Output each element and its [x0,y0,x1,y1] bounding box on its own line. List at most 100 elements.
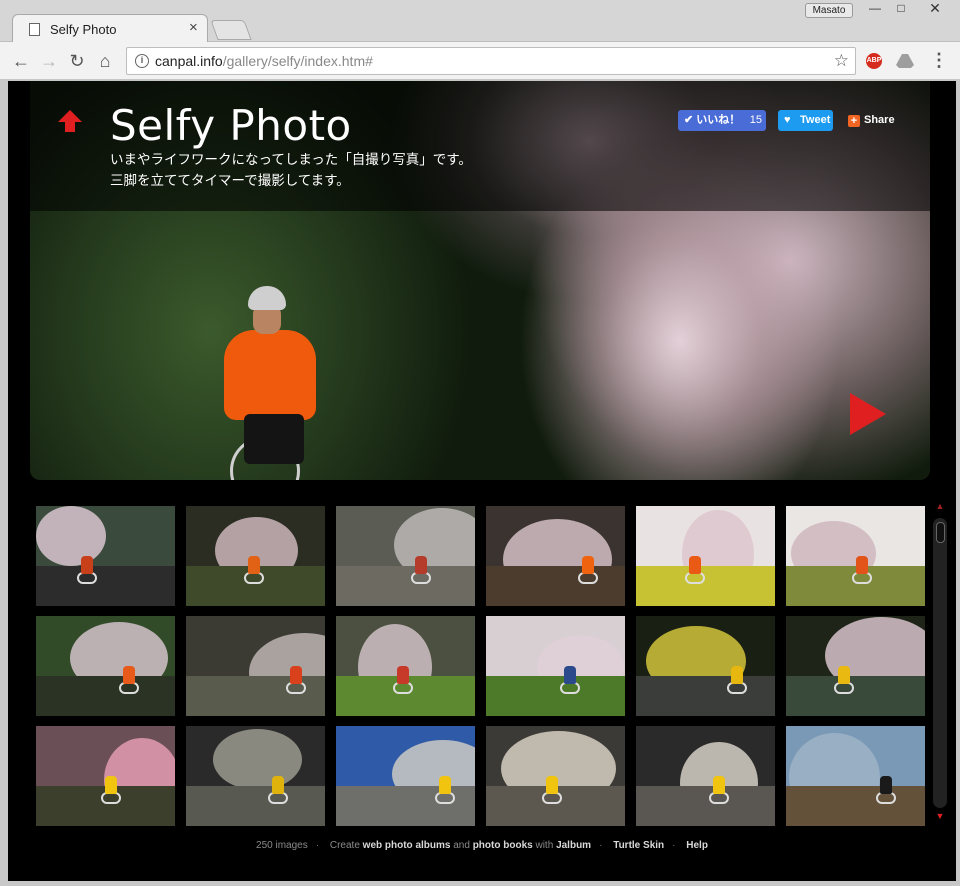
thumbnail-cyclist [713,776,725,794]
thumbnail-ground [36,566,175,606]
thumbnail[interactable] [636,616,775,716]
photo-books-link[interactable]: photo books [473,840,533,851]
thumbnail-cyclist [123,666,135,684]
thumbnail[interactable] [186,726,325,826]
thumbnail[interactable] [486,506,625,606]
web-albums-link[interactable]: web photo albums [363,840,451,851]
thumbnail-cyclist [105,776,117,794]
next-arrow-icon[interactable] [848,391,888,437]
thumbnail[interactable] [786,726,925,826]
thumbnail-cyclist [272,776,284,794]
minimize-button[interactable]: — [862,1,888,18]
share-plus-icon: + [848,115,860,127]
window-titlebar: Selfy Photo × Masato — □ ✕ [0,0,960,43]
reload-button[interactable]: ↻ [66,50,88,72]
thumbnail[interactable] [336,616,475,716]
thumbnail[interactable] [786,506,925,606]
like-count: 15 [749,114,762,126]
facebook-like-button[interactable]: ✔ いいね！ 15 [678,110,766,131]
browser-toolbar: ← → ↻ ⌂ i canpal.info/gallery/selfy/inde… [0,42,960,80]
thumbnail-cyclist [689,556,701,574]
gallery-page: Selfy Photo いまやライフワークになってしまった「自撮り写真」です。 … [8,81,956,881]
thumbnail-cyclist [838,666,850,684]
thumbnail[interactable] [486,616,625,716]
helmet [248,286,286,310]
scroll-up-icon[interactable]: ▲ [934,501,946,511]
cyclist-figure [210,286,330,480]
bookmark-star-icon[interactable]: ☆ [834,51,849,71]
thumbnail-ground [186,676,325,716]
jalbum-link[interactable]: Jalbum [556,840,591,851]
share-label: Share [864,114,895,126]
address-bar[interactable]: i canpal.info/gallery/selfy/index.htm# ☆ [126,47,856,75]
thumbnail-ground [186,786,325,826]
thumbnail-cyclist [415,556,427,574]
tab-title: Selfy Photo [50,22,117,37]
thumbnail[interactable] [36,616,175,716]
description-line-2: 三脚を立ててタイマーで撮影してます。 [110,173,350,188]
thumbnail[interactable] [786,616,925,716]
thumbnail-cyclist [564,666,576,684]
turtle-skin-link[interactable]: Turtle Skin [613,840,664,851]
thumbnail[interactable] [336,506,475,606]
drive-extension-icon[interactable] [896,53,914,69]
thumbnail-cyclist [248,556,260,574]
adblock-extension-icon[interactable]: ABP [866,53,882,69]
thumbnail-ground [636,676,775,716]
hero-image[interactable]: Selfy Photo いまやライフワークになってしまった「自撮り写真」です。 … [30,81,930,480]
thumbnail-cyclist [856,556,868,574]
scrollbar-track[interactable] [933,518,947,808]
thumbnail-ground [36,676,175,716]
thumbnail[interactable] [186,616,325,716]
thumbnail-ground [636,786,775,826]
maximize-button[interactable]: □ [888,1,914,18]
footer-with: with [535,840,554,851]
rider-legs [244,414,304,464]
image-count: 250 images [256,840,308,851]
tweet-label: Tweet [800,114,831,126]
thumbnail[interactable] [36,506,175,606]
scroll-down-icon[interactable]: ▼ [934,811,946,821]
footer-create: Create [329,840,360,851]
up-arrow-icon[interactable] [58,109,82,133]
profile-button[interactable]: Masato [805,3,853,18]
thumbnail-blossom [213,729,302,790]
page-description: いまやライフワークになってしまった「自撮り写真」です。 三脚を立ててタイマーで撮… [110,149,510,191]
browser-tab[interactable]: Selfy Photo × [12,14,208,43]
thumbnail-ground [636,566,775,606]
thumbnail[interactable] [486,726,625,826]
back-button[interactable]: ← [10,50,32,72]
scrollbar-thumb[interactable] [936,522,945,543]
thumbnail-cyclist [397,666,409,684]
thumbnail[interactable] [636,726,775,826]
thumbnail-cyclist [81,556,93,574]
tab-close-icon[interactable]: × [189,19,198,36]
help-link[interactable]: Help [686,840,708,851]
home-button[interactable]: ⌂ [94,50,116,72]
thumbnail[interactable] [636,506,775,606]
thumbnail-ground [486,566,625,606]
url-path: /gallery/selfy/index.htm# [222,53,373,69]
thumbnail-cyclist [439,776,451,794]
page-title: Selfy Photo [110,101,352,150]
tweet-button[interactable]: ♥ Tweet [778,110,833,131]
thumbnail[interactable] [186,506,325,606]
thumbnail-ground [786,786,925,826]
forward-button[interactable]: → [38,50,60,72]
thumbnail-ground [786,676,925,716]
thumbnail-cyclist [582,556,594,574]
new-tab-button[interactable] [210,20,252,40]
thumbnail[interactable] [336,726,475,826]
page-icon [29,23,40,36]
thumbnail-ground [336,566,475,606]
footer: 250 images · Create web photo albums and … [256,840,708,851]
thumbnail[interactable] [36,726,175,826]
thumbnail-ground [336,786,475,826]
url-text: canpal.info/gallery/selfy/index.htm# [155,53,373,69]
info-icon[interactable]: i [135,54,149,68]
browser-menu-icon[interactable]: ⋮ [930,50,948,71]
share-button[interactable]: + Share [848,110,895,131]
thumbnail-cyclist [880,776,892,794]
like-label: ✔ いいね！ [684,114,741,126]
close-window-button[interactable]: ✕ [914,1,956,18]
